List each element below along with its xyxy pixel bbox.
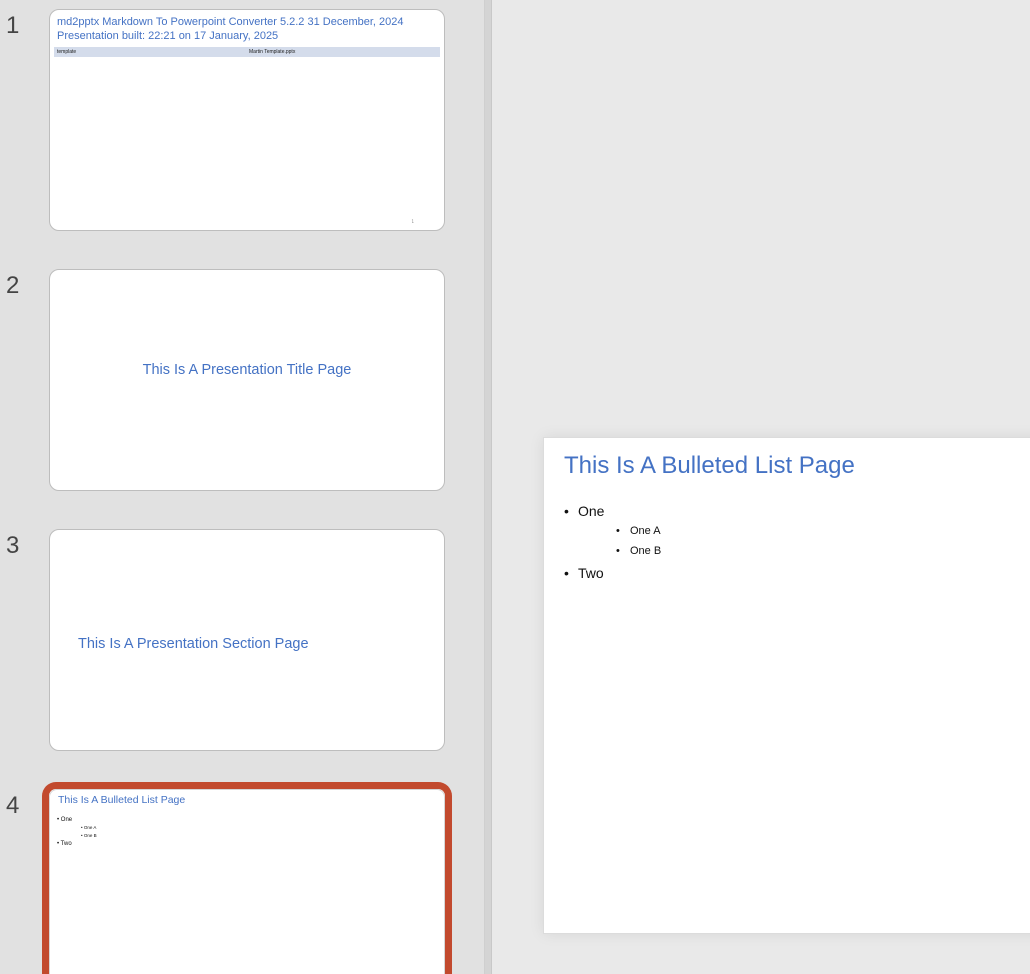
bullet-marker: • (616, 525, 620, 537)
bullet-subitem[interactable]: • One B (616, 541, 661, 561)
slide-thumbnail-3[interactable]: This Is A Presentation Section Page (49, 529, 445, 751)
bullet-text: One (578, 503, 605, 519)
slide-thumbnail-2[interactable]: This Is A Presentation Title Page (49, 269, 445, 491)
table-cell-key: template (57, 49, 77, 55)
slide-1-metadata-table: template Martin Template.pptx (54, 47, 440, 57)
bullet-item[interactable]: • One (564, 501, 661, 521)
slide-2-title: This Is A Presentation Title Page (142, 362, 352, 378)
slide-title-placeholder[interactable]: This Is A Bulleted List Page (564, 452, 855, 480)
slide-4-canvas: This Is A Bulleted List Page • One • One… (49, 789, 445, 974)
slide-1-title: md2pptx Markdown To Powerpoint Converter… (57, 15, 404, 43)
bullet-marker: • (616, 545, 620, 557)
slide-4-bullet-list: • One • One A • One B • Two (57, 816, 97, 848)
pane-splitter[interactable] (484, 0, 492, 974)
slide-thumbnail-4-selected[interactable]: This Is A Bulleted List Page • One • One… (42, 782, 452, 974)
slide-editor-canvas[interactable]: This Is A Bulleted List Page • One • One A… (543, 437, 1030, 934)
slide-3-title: This Is A Presentation Section Page (78, 636, 309, 652)
slide-4-bullet-subitem: • One A (81, 825, 97, 830)
slide-1-title-line-2: Presentation built: 22:21 on 17 January,… (57, 30, 279, 42)
slide-4-title: This Is A Bulleted List Page (58, 794, 186, 806)
bullet-item[interactable]: • Two (564, 563, 661, 583)
slide-4-bullet-item: • Two (57, 841, 72, 847)
slide-4-bullet-subitem: • One B (81, 833, 97, 838)
bullet-marker: • (564, 565, 569, 581)
slide-number-4: 4 (6, 792, 20, 819)
bullet-subitem[interactable]: • One A (616, 521, 661, 541)
slide-1-title-line-1: md2pptx Markdown To Powerpoint Converter… (57, 16, 404, 28)
bullet-marker: • (564, 503, 569, 519)
slide-thumbnail-pane[interactable]: 1 md2pptx Markdown To Powerpoint Convert… (0, 0, 484, 974)
slide-4-bullet-item: • One (57, 817, 73, 823)
slide-number-1: 1 (6, 12, 20, 39)
slide-number-3: 3 (6, 532, 20, 559)
slide-1-page-number: 1 (411, 219, 414, 224)
bullet-text: Two (578, 565, 604, 581)
slide-content-placeholder[interactable]: • One • One A • One B • Two (564, 501, 661, 583)
powerpoint-window: 1 md2pptx Markdown To Powerpoint Convert… (0, 0, 1030, 974)
table-cell-value: Martin Template.pptx (249, 49, 296, 55)
slide-thumbnail-1[interactable]: md2pptx Markdown To Powerpoint Converter… (49, 9, 445, 231)
bullet-text: One A (630, 525, 661, 537)
slide-number-2: 2 (6, 272, 20, 299)
bullet-text: One B (630, 545, 662, 557)
